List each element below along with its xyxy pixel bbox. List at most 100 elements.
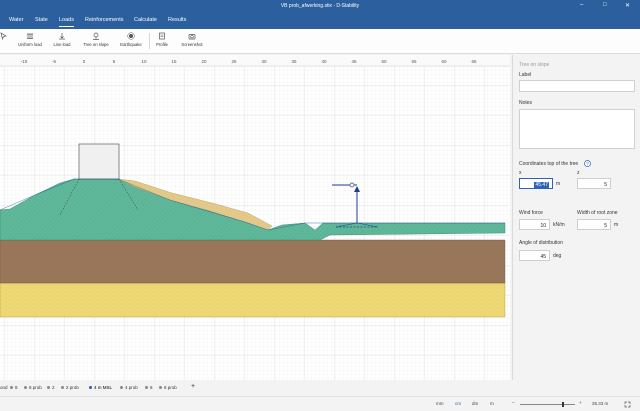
ruler-tick-label: 55 [411, 59, 417, 64]
tab-results[interactable]: Results [168, 17, 186, 23]
stage-tab-bar: ond 8 8 prob 2 2 prob 4 m MSL 4 prob 6 6… [0, 383, 640, 395]
uniform-load-icon [27, 33, 33, 39]
ruler-tick-label: 25 [231, 59, 237, 64]
root-zone-unit: m [614, 222, 619, 228]
stage-tab-8-prob[interactable]: 8 prob [24, 385, 42, 390]
tab-calculate[interactable]: Calculate [134, 17, 157, 23]
ruler-tick-label: -5 [52, 59, 56, 64]
angle-unit: deg [553, 253, 562, 259]
profile-button[interactable]: Profile [153, 32, 171, 47]
tab-state[interactable]: State [35, 17, 48, 23]
help-icon[interactable]: ? [584, 160, 591, 167]
ruler-tick-label: 65 [471, 59, 477, 64]
line-load-label: Line load [53, 42, 71, 47]
tab-water[interactable]: Water [9, 17, 23, 23]
root-zone-input[interactable]: 5 [577, 219, 611, 230]
panel-heading: Tree on slope [519, 62, 550, 68]
label-input[interactable] [519, 80, 635, 92]
maximize-icon[interactable]: □ [603, 2, 607, 8]
earthquake-label: Earthquake [120, 42, 142, 47]
cursor-icon [0, 32, 7, 40]
minimize-icon[interactable]: – [580, 2, 583, 8]
x-coordinate-value: 45.47 [534, 181, 549, 188]
ribbon-separator [149, 33, 150, 49]
x-unit: m [556, 181, 561, 187]
ribbon: Uniform load Line load Tree on slope Ear… [0, 29, 640, 54]
camera-icon [188, 34, 196, 40]
root-zone-caption: Width of root zone [577, 210, 618, 216]
zoom-slider[interactable] [520, 402, 575, 407]
crest-structure[interactable] [78, 143, 120, 180]
title-bar: VB prob_afwerking.stix - D-Stability – □… [0, 0, 640, 14]
line-load-icon [59, 33, 65, 40]
ruler-tick-label: 35 [291, 59, 297, 64]
ruler-tick-label: 10 [141, 59, 147, 64]
close-icon[interactable]: ✕ [625, 2, 630, 9]
fit-view-icon[interactable] [624, 401, 631, 408]
sand-layer[interactable] [0, 282, 506, 318]
x-caption: x [519, 170, 522, 176]
stage-tab-2[interactable]: 2 [47, 385, 55, 390]
stage-tab-4m-msl[interactable]: 4 m MSL [89, 385, 112, 390]
zoom-slider-thumb[interactable] [562, 402, 564, 407]
stage-tab-partial[interactable]: ond [0, 385, 8, 390]
uniform-load-label: Uniform load [18, 42, 42, 47]
ruler-tick-label: 20 [201, 59, 207, 64]
angle-caption: Angle of distribution [519, 240, 563, 246]
stage-tab-6-prob[interactable]: 6 prob [159, 385, 177, 390]
ruler-tick-label: 45 [351, 59, 357, 64]
add-stage-button[interactable]: + [191, 383, 195, 390]
z-caption: z [577, 170, 580, 176]
unit-mm[interactable]: mm [436, 401, 444, 406]
x-coordinate-input[interactable]: 45.47 [519, 178, 553, 189]
line-load-button[interactable]: Line load [51, 32, 73, 47]
ruler-tick-label: 50 [381, 59, 387, 64]
ribbon-partial-button[interactable] [0, 32, 7, 42]
stage-tab-4-prob[interactable]: 4 prob [120, 385, 138, 390]
coordinates-caption: Coordinates top of the tree [519, 161, 579, 167]
zoom-out-icon[interactable]: – [512, 400, 515, 405]
unit-m[interactable]: m [490, 401, 494, 406]
window-title: VB prob_afwerking.stix - D-Stability [280, 3, 360, 9]
label-caption: Label [519, 72, 532, 78]
profile-icon [159, 32, 165, 40]
wind-force-unit: kN/m [553, 222, 565, 228]
earthquake-icon [127, 32, 135, 40]
screenshot-label: Screenshot [181, 42, 203, 47]
profile-label: Profile [156, 42, 168, 47]
stage-tab-2-prob[interactable]: 2 prob [61, 385, 79, 390]
tree-icon [93, 32, 99, 40]
tab-loads[interactable]: Loads [59, 17, 74, 27]
earthquake-button[interactable]: Earthquake [118, 32, 144, 47]
wind-force-caption: Wind force [519, 210, 543, 216]
menu-bar: Water State Loads Reinforcements Calcula… [0, 14, 640, 29]
tree-on-slope-button[interactable]: Tree on slope [80, 32, 112, 47]
tab-reinforcements[interactable]: Reinforcements [85, 17, 124, 23]
stage-tab-6[interactable]: 6 [145, 385, 153, 390]
wind-force-input[interactable]: 10 [519, 219, 550, 230]
cross-section-drawing[interactable]: -10 -5 0 5 10 15 20 25 30 35 40 45 50 55 60 65 [0, 55, 510, 380]
uniform-load-button[interactable]: Uniform load [16, 32, 44, 47]
screenshot-button[interactable]: Screenshot [178, 32, 206, 47]
stage-tab-8[interactable]: 8 [10, 385, 18, 390]
ruler-tick-label: 60 [441, 59, 447, 64]
properties-panel: Tree on slope Label Notes Coordinates to… [512, 55, 640, 380]
geometry-canvas[interactable]: -10 -5 0 5 10 15 20 25 30 35 40 45 50 55 60 65 [0, 55, 510, 380]
ruler-tick-label: 15 [171, 59, 177, 64]
unit-dm[interactable]: dm [472, 401, 478, 406]
ruler-tick-label: 30 [261, 59, 267, 64]
ruler-tick-label: -10 [21, 59, 28, 64]
status-bar: mm cm dm m – + 35.33 m [0, 396, 640, 411]
zoom-level: 35.33 m [592, 401, 609, 406]
tree-on-slope-label: Tree on slope [83, 42, 109, 47]
notes-textarea[interactable] [519, 109, 635, 149]
clay-layer[interactable] [0, 239, 506, 284]
zoom-in-icon[interactable]: + [579, 400, 582, 405]
horizontal-ruler [0, 55, 510, 66]
ruler-tick-label: 40 [321, 59, 327, 64]
unit-cm[interactable]: cm [455, 401, 461, 406]
tree-top-point[interactable] [349, 182, 355, 188]
angle-input[interactable]: 45 [519, 250, 550, 261]
notes-caption: Notes [519, 100, 533, 106]
z-coordinate-input[interactable]: 5 [577, 178, 611, 189]
